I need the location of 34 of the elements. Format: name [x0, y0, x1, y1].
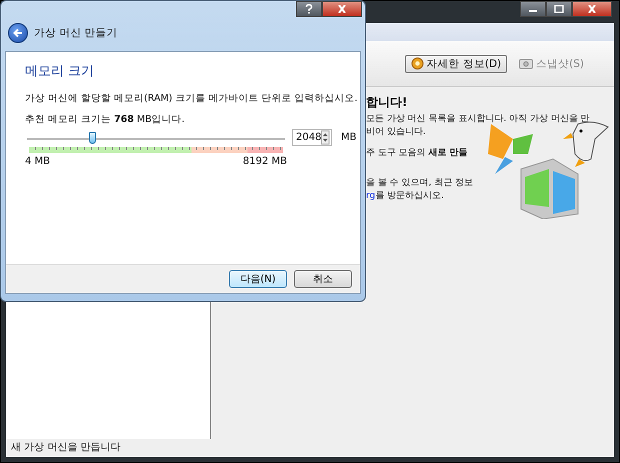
toolbar-button[interactable]: 자세한 정보(D) [404, 54, 508, 72]
close-button[interactable] [322, 1, 362, 17]
welcome-heading: 합니다! [366, 94, 408, 111]
gear-icon [410, 57, 424, 70]
dialog-title: 가상 머신 만들기 [34, 26, 118, 40]
cancel-button[interactable]: 취소 [294, 270, 352, 288]
back-button[interactable] [8, 23, 28, 43]
spin-arrows-icon [321, 130, 330, 145]
status-bar-text: 새 가상 머신을 만듭니다 [10, 441, 122, 455]
welcome-text: 을 볼 수 있으며, 최근 정보 [366, 178, 474, 188]
welcome-text: 를 방문하십시오. [375, 191, 444, 201]
welcome-text: 모든 가상 머신 목록을 표시합니다. 아직 가상 머신을 만 [366, 114, 590, 124]
close-button[interactable] [572, 1, 612, 17]
next-button[interactable]: 다음(N) [229, 270, 287, 288]
page-heading: 메모리 크기 [25, 63, 96, 81]
unit-label: MB [341, 132, 356, 143]
memory-spinbox[interactable]: 2048 [292, 129, 332, 146]
max-label: 8192 MB [242, 156, 287, 167]
min-label: 4 MB [25, 156, 50, 167]
back-arrow-icon [13, 28, 23, 38]
maximize-icon [554, 5, 564, 13]
website-link[interactable]: rg [366, 191, 376, 201]
welcome-text: 주 도구 모음의 새로 만들 [366, 148, 468, 158]
close-icon [337, 5, 347, 13]
slider-thumb[interactable] [88, 132, 96, 144]
close-icon [587, 5, 597, 13]
camera-icon [519, 58, 534, 69]
welcome-text: 비어 있습니다. [366, 127, 426, 137]
maximize-button[interactable] [546, 1, 572, 17]
minimize-button[interactable] [520, 1, 546, 17]
description-text: 가상 머신에 할당할 메모리(RAM) 크기를 메가바이트 단위로 입력하십시오. [25, 92, 358, 106]
help-button[interactable] [296, 1, 322, 17]
help-icon [305, 4, 313, 14]
recommendation-text: 추천 메모리 크기는 768 MB입니다. [25, 113, 186, 127]
